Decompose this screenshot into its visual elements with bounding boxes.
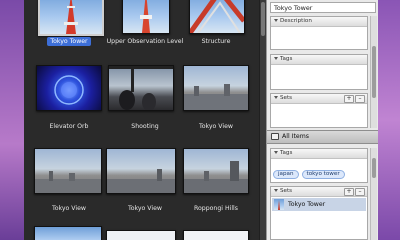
description-label: Description [280,18,312,24]
photo-thumbnail[interactable] [187,0,246,35]
tag-token[interactable]: japan [273,170,299,179]
photo-browser: Tokyo Tower Upper Observation Level Stru… [24,0,259,240]
desktop-background-right [378,0,400,240]
sets-section[interactable]: Sets + – [270,93,368,128]
skyline-icon [35,171,101,193]
sets-header[interactable]: Sets + – [271,187,367,197]
tower-structure-icon [187,0,246,35]
photo-caption: Elevator Orb [49,123,89,130]
disclosure-triangle-icon[interactable] [274,189,278,192]
photo-thumbnail[interactable] [106,148,176,194]
tags-header[interactable]: Tags [271,149,367,159]
skyline-icon [184,84,248,110]
photo-caption: Tokyo View [128,205,162,212]
disclosure-triangle-icon[interactable] [274,57,278,60]
sets-header[interactable]: Sets + – [271,94,367,104]
inspector-lower-scrollbar[interactable] [370,148,377,240]
all-items-label: All Items [282,133,309,140]
sets-label: Sets [280,188,293,194]
scrollbar-thumb[interactable] [261,2,265,36]
skyline-icon [107,169,175,193]
tags-label: Tags [280,150,293,156]
scrollbar-thumb[interactable] [372,158,376,178]
description-section[interactable]: Description [270,16,368,50]
photo-thumbnail[interactable] [34,226,102,240]
stack-icon [271,132,279,140]
photo-thumbnail[interactable] [106,230,176,240]
remove-set-button[interactable]: – [355,188,365,196]
disclosure-triangle-icon[interactable] [274,96,278,99]
description-header[interactable]: Description [271,17,367,27]
photo-caption: Tokyo View [52,205,86,212]
photo-caption: Upper Observation Level [106,38,184,45]
set-name: Tokyo Tower [288,201,326,208]
skyline-icon [184,161,248,193]
photo-thumbnail[interactable] [183,230,249,240]
add-set-button[interactable]: + [344,95,354,103]
title-field[interactable]: Tokyo Tower [270,2,376,13]
photo-caption: Structure [201,38,231,45]
photo-thumbnail[interactable] [34,148,102,194]
orb-icon [54,75,84,105]
tag-token[interactable]: tokyo tower [301,170,345,179]
all-items-sets-section[interactable]: Sets + – Tokyo Tower [270,186,368,240]
photo-thumbnail[interactable] [38,0,104,36]
inspector-scrollbar[interactable] [370,16,377,128]
tags-header[interactable]: Tags [271,55,367,65]
photo-caption: Tokyo Tower [30,37,108,46]
photo-caption: Shooting [131,123,159,130]
photo-thumbnail[interactable] [183,148,249,194]
disclosure-triangle-icon[interactable] [274,151,278,154]
tower-icon [140,0,152,33]
browser-scrollbar[interactable] [259,0,266,240]
scrollbar-thumb[interactable] [372,46,376,98]
all-items-header[interactable]: All Items [267,130,379,144]
inspector-panel: Tokyo Tower Description Tags Sets + – All… [266,0,379,240]
photo-thumbnail[interactable] [183,65,249,111]
add-set-button[interactable]: + [344,188,354,196]
photo-caption: Tokyo View [199,123,233,130]
disclosure-triangle-icon[interactable] [274,19,278,22]
photo-thumbnail[interactable] [36,65,102,111]
tower-icon [278,200,280,210]
set-thumbnail [274,199,284,210]
people-icon [109,66,173,111]
tags-label: Tags [280,56,293,62]
sets-label: Sets [280,95,293,101]
all-items-tags-section[interactable]: Tags japantokyo tower tokyo [270,148,368,198]
desktop-background-left [0,0,24,240]
photo-thumbnail[interactable] [122,0,170,34]
photo-thumbnail[interactable] [108,65,174,111]
tags-section[interactable]: Tags [270,54,368,90]
remove-set-button[interactable]: – [355,95,365,103]
tower-icon [64,0,78,34]
photo-caption: Roppongi Hills [193,205,239,212]
set-row[interactable]: Tokyo Tower [272,198,366,211]
